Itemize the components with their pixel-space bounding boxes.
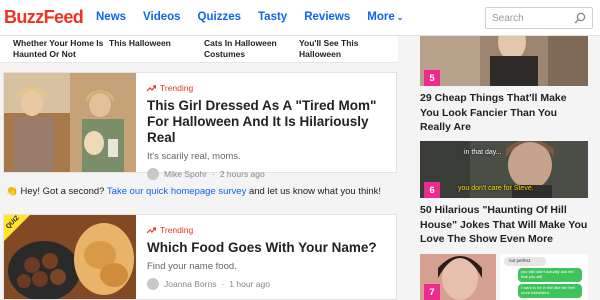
article-description: Find your name food. <box>147 261 237 272</box>
trending-tag[interactable]: Trending <box>147 83 392 93</box>
survey-lead: Hey! Got a second? <box>20 186 105 197</box>
chat-message-1: not perfect. <box>509 258 532 263</box>
article-thumbnail[interactable]: QUIZ <box>4 215 136 299</box>
post-time: 1 hour ago <box>229 279 270 289</box>
chat-message-3: I want to be in him like the feel more i… <box>521 285 575 295</box>
search-input[interactable] <box>492 11 572 25</box>
trending-label: Trending <box>160 83 194 93</box>
author-avatar[interactable] <box>147 278 159 290</box>
sidebar-thumbnail[interactable]: 5 <box>420 36 588 86</box>
author-name[interactable]: Mike Spohr <box>164 169 207 179</box>
clapping-icon: 👏 <box>6 186 18 197</box>
chevron-down-icon: ⌄ <box>396 13 404 22</box>
card-body: Trending Which Food Goes With Your Name?… <box>147 225 392 290</box>
nav-tasty[interactable]: Tasty <box>258 11 287 23</box>
feed-card[interactable]: Trending This Girl Dressed As A "Tired M… <box>3 72 397 180</box>
sidebar-item[interactable]: in that day... you don't care for Steve.… <box>420 141 588 247</box>
sidebar-headline[interactable]: 29 Cheap Things That'll Make You Look Fa… <box>420 91 588 135</box>
sidebar-headline[interactable]: 50 Hilarious "Haunting Of Hill House" Jo… <box>420 203 588 247</box>
site-header: BuzzFeed News Videos Quizzes Tasty Revie… <box>0 0 600 36</box>
caption-bottom: you don't care for Steve. <box>458 185 534 192</box>
author-avatar[interactable] <box>147 168 159 180</box>
survey-link[interactable]: Take our quick homepage survey <box>107 186 246 197</box>
tired-mom-photo <box>4 73 136 172</box>
card-body: Trending This Girl Dressed As A "Tired M… <box>147 83 392 180</box>
byline: Mike Spohr · 2 hours ago <box>147 168 392 180</box>
survey-prompt: 👏 Hey! Got a second? Take our quick home… <box>6 186 381 197</box>
nav-reviews[interactable]: Reviews <box>304 11 350 23</box>
caption-top: in that day... <box>464 149 502 156</box>
nav-quizzes[interactable]: Quizzes <box>198 11 241 23</box>
strip-link[interactable]: You'll See This Halloween <box>299 38 379 60</box>
survey-tail: and let us know what you think! <box>248 186 382 197</box>
rank-badge: 6 <box>424 182 440 198</box>
feed-card[interactable]: QUIZ Trending Which Food Goes With Your … <box>3 214 397 300</box>
byline: Joanna Borns · 1 hour ago <box>147 278 392 290</box>
sidebar-thumbnail[interactable]: not perfect. you still didn't actually a… <box>420 254 588 300</box>
search-box <box>485 7 593 29</box>
top-story-strip: Whether Your Home Is Haunted Or Not This… <box>0 36 398 63</box>
fashion-photo <box>420 36 588 86</box>
separator-dot: · <box>221 279 225 289</box>
article-description: It's scarily real, moms. <box>147 151 241 162</box>
article-thumbnail[interactable] <box>4 73 136 172</box>
sidebar-item[interactable]: 5 29 Cheap Things That'll Make You Look … <box>420 36 588 135</box>
article-headline[interactable]: Which Food Goes With Your Name? <box>147 240 392 256</box>
chat-message-2: you still didn't actually ask me that yo… <box>521 269 574 279</box>
separator-dot: · <box>212 169 215 179</box>
buzzfeed-logo[interactable]: BuzzFeed <box>4 7 84 28</box>
strip-link[interactable]: Whether Your Home Is Haunted Or Not <box>13 38 105 60</box>
strip-link[interactable]: This Halloween <box>109 38 189 49</box>
author-name[interactable]: Joanna Borns <box>164 279 216 289</box>
strip-link[interactable]: Cats In Halloween Costumes <box>204 38 284 60</box>
nav-videos[interactable]: Videos <box>143 11 181 23</box>
search-icon[interactable] <box>574 12 586 24</box>
rank-badge: 7 <box>424 284 440 300</box>
nav-news[interactable]: News <box>96 11 126 23</box>
article-headline[interactable]: This Girl Dressed As A "Tired Mom" For H… <box>147 98 392 146</box>
trending-label: Trending <box>160 225 194 235</box>
trending-arrow-icon <box>147 84 156 91</box>
trending-arrow-icon <box>147 226 156 233</box>
quiz-badge: QUIZ <box>4 215 30 241</box>
rank-badge: 5 <box>424 70 440 86</box>
main-nav: News Videos Quizzes Tasty Reviews More ⌄ <box>96 11 420 23</box>
post-time: 2 hours ago <box>219 169 265 179</box>
sidebar-item[interactable]: not perfect. you still didn't actually a… <box>420 254 588 300</box>
sidebar-thumbnail[interactable]: in that day... you don't care for Steve.… <box>420 141 588 198</box>
nav-more[interactable]: More ⌄ <box>367 11 403 23</box>
nav-more-label: More <box>367 11 395 23</box>
trending-tag[interactable]: Trending <box>147 225 392 235</box>
